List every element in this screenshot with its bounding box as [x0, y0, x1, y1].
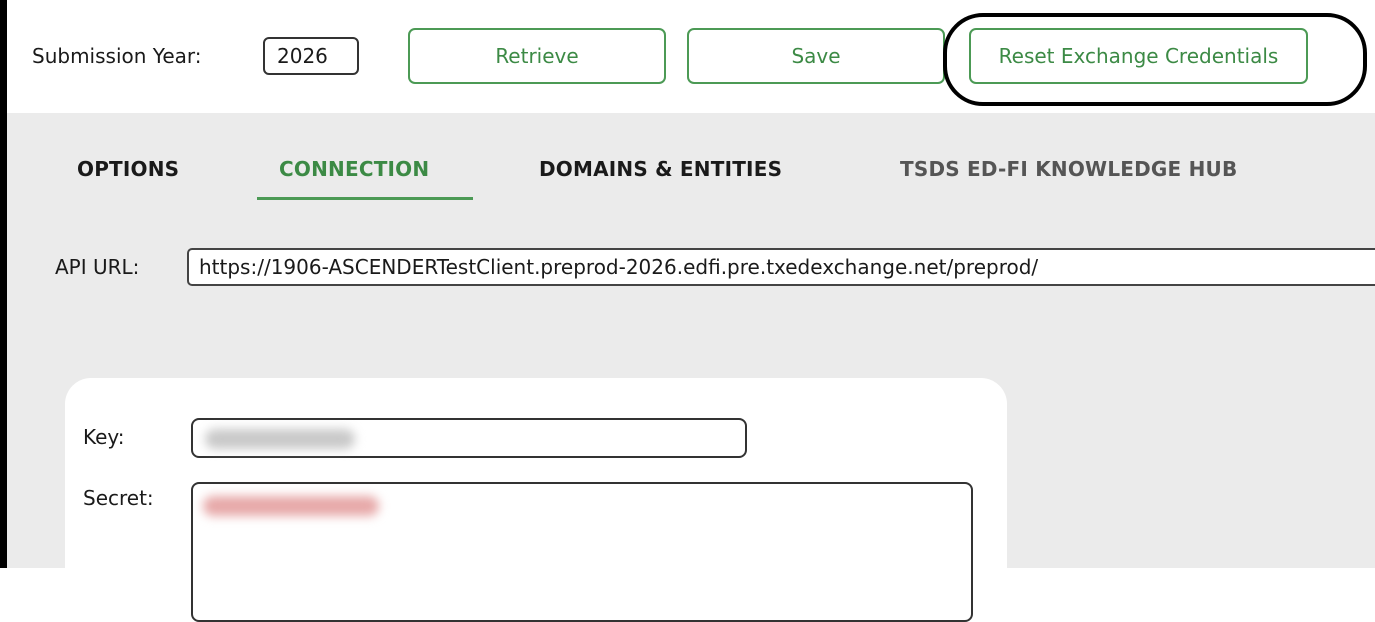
left-border	[0, 0, 7, 568]
secret-textarea[interactable]	[191, 482, 973, 622]
tab-connection[interactable]: CONNECTION	[279, 157, 429, 181]
key-label: Key:	[83, 425, 125, 449]
tab-domains-entities[interactable]: DOMAINS & ENTITIES	[539, 157, 782, 181]
tab-tsds-knowledge-hub[interactable]: TSDS ED-FI KNOWLEDGE HUB	[900, 157, 1237, 181]
highlight-annotation	[943, 13, 1367, 106]
api-url-input[interactable]	[187, 248, 1375, 286]
toolbar: Submission Year: Retrieve Save Reset Exc…	[7, 0, 1375, 113]
tab-options[interactable]: OPTIONS	[77, 157, 179, 181]
save-button[interactable]: Save	[687, 28, 945, 84]
active-tab-indicator	[257, 197, 473, 200]
main-content: OPTIONS CONNECTION DOMAINS & ENTITIES TS…	[7, 113, 1375, 622]
api-url-label: API URL:	[55, 255, 140, 279]
retrieve-button[interactable]: Retrieve	[408, 28, 666, 84]
key-input[interactable]	[191, 418, 747, 458]
redacted-key-value	[205, 429, 355, 449]
submission-year-input[interactable]	[263, 37, 359, 75]
redacted-secret-value	[203, 496, 379, 516]
credentials-panel: Key: Secret:	[65, 378, 1007, 622]
secret-label: Secret:	[83, 486, 154, 510]
submission-year-label: Submission Year:	[32, 44, 202, 68]
